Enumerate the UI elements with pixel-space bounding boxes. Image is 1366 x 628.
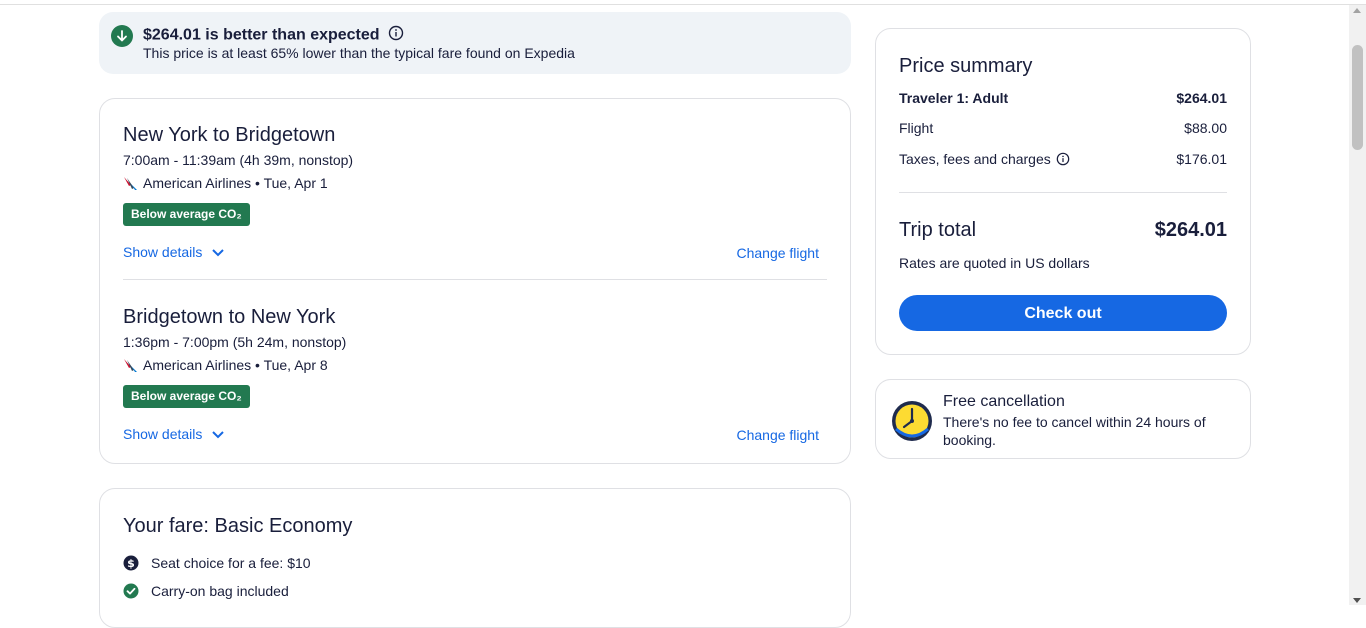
scrollbar-thumb[interactable] — [1352, 45, 1363, 150]
fare-title: Your fare: Basic Economy — [123, 515, 353, 537]
taxes-label: Taxes, fees and charges — [899, 151, 1051, 167]
co2-badge: Below average CO₂ — [123, 385, 250, 408]
trip-total-label: Trip total — [899, 219, 977, 241]
american-airlines-logo-icon — [123, 176, 138, 194]
clock-icon — [890, 399, 934, 448]
taxes-amount: $176.01 — [1176, 151, 1227, 167]
fare-item: Carry-on bag included — [123, 583, 289, 602]
price-alert-banner: $264.01 is better than expected This pri… — [99, 12, 851, 74]
leg-title: Bridgetown to New York — [123, 306, 336, 328]
fare-item: $ Seat choice for a fee: $10 — [123, 555, 311, 574]
traveler-amount: $264.01 — [1176, 90, 1227, 106]
trip-total-amount: $264.01 — [1154, 219, 1227, 241]
banner-subtitle: This price is at least 65% lower than th… — [143, 45, 575, 61]
change-flight-link[interactable]: Change flight — [736, 427, 819, 443]
price-summary-card: Price summary Traveler 1: Adult $264.01 … — [875, 28, 1251, 355]
cancellation-text: There's no fee to cancel within 24 hours… — [943, 414, 1206, 448]
fare-item-label: Seat choice for a fee: $10 — [151, 555, 311, 571]
scroll-up-arrow-icon[interactable] — [1353, 8, 1361, 13]
show-details-label: Show details — [123, 426, 203, 442]
free-cancellation-card: Free cancellation There's no fee to canc… — [875, 379, 1251, 459]
show-details-label: Show details — [123, 244, 203, 260]
cancellation-title: Free cancellation — [943, 393, 1065, 410]
leg-times: 7:00am - 11:39am (4h 39m, nonstop) — [123, 152, 354, 168]
leg-airline-row: American Airlines • Tue, Apr 1 — [123, 175, 328, 194]
leg-airline: American Airlines • Tue, Apr 8 — [143, 357, 328, 373]
chevron-down-icon — [212, 249, 225, 257]
rates-note: Rates are quoted in US dollars — [899, 255, 1090, 271]
flight-label: Flight — [899, 120, 934, 136]
show-details-link[interactable]: Show details — [123, 244, 225, 260]
top-border — [0, 0, 1366, 5]
check-circle-icon — [123, 583, 139, 602]
banner-title: $264.01 is better than expected — [143, 26, 380, 44]
arrow-down-icon — [111, 25, 133, 47]
info-icon[interactable] — [388, 25, 404, 46]
american-airlines-logo-icon — [123, 358, 138, 376]
svg-text:$: $ — [127, 557, 135, 570]
page-scrollbar[interactable] — [1349, 5, 1366, 605]
info-icon[interactable] — [1056, 152, 1070, 169]
checkout-button[interactable]: Check out — [899, 295, 1227, 331]
banner-title-row: $264.01 is better than expected — [143, 25, 404, 46]
fare-item-label: Carry-on bag included — [151, 583, 289, 599]
dollar-icon: $ — [123, 555, 139, 574]
fare-card: Your fare: Basic Economy $ Seat choice fo… — [99, 488, 851, 628]
leg-airline: American Airlines • Tue, Apr 1 — [143, 175, 328, 191]
flight-amount: $88.00 — [1184, 120, 1227, 136]
chevron-down-icon — [212, 431, 225, 439]
price-summary-title: Price summary — [899, 55, 1033, 77]
co2-badge: Below average CO₂ — [123, 203, 250, 226]
traveler-label: Traveler 1: Adult — [899, 90, 1009, 106]
flight-legs-card: New York to Bridgetown 7:00am - 11:39am … — [99, 98, 851, 464]
summary-divider — [899, 192, 1227, 193]
scroll-down-arrow-icon[interactable] — [1353, 598, 1361, 603]
change-flight-link[interactable]: Change flight — [736, 245, 819, 261]
leg-divider — [123, 279, 827, 280]
taxes-label-row: Taxes, fees and charges — [899, 151, 1070, 169]
leg-title: New York to Bridgetown — [123, 124, 336, 146]
show-details-link[interactable]: Show details — [123, 426, 225, 442]
leg-times: 1:36pm - 7:00pm (5h 24m, nonstop) — [123, 334, 347, 350]
leg-airline-row: American Airlines • Tue, Apr 8 — [123, 357, 328, 376]
